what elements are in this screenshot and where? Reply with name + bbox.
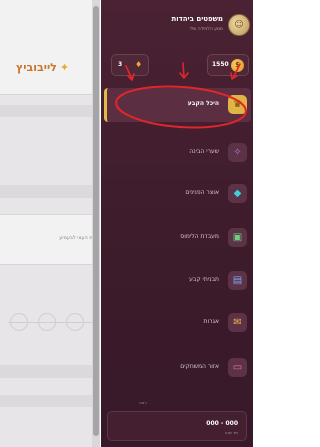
scrollbar-thumb[interactable] xyxy=(93,6,99,436)
menu-item-label: היכל הקבע xyxy=(187,100,219,107)
overlay-dim[interactable] xyxy=(0,0,100,447)
menu-item-lab[interactable]: ▣ מעבדת הלימוס xyxy=(104,221,251,255)
level-sub: מד שנה xyxy=(224,430,238,435)
menu-item-label: שערי הבינה xyxy=(189,148,219,155)
crown-icon: ♛ xyxy=(228,95,247,114)
menu-item-label: אגרות xyxy=(203,318,219,325)
menu-item-treasure[interactable]: ◆ אוצר הפנינים xyxy=(104,177,251,211)
level-value: 000 - 000 xyxy=(206,420,238,427)
background-app: לייבוביץ ✦ את העצי לבעמיע xyxy=(0,0,100,447)
menu-item-label: אוצר הפנינים xyxy=(185,189,219,196)
avatar[interactable]: ☺ xyxy=(228,14,250,36)
menu-item-label: אזור המשחקים xyxy=(180,363,219,370)
scrollbar[interactable] xyxy=(92,0,100,447)
flame-icon: ♦ xyxy=(135,60,143,69)
menu-item-templates[interactable]: ▤ תבניתי קבע xyxy=(104,264,251,298)
flask-icon: ▣ xyxy=(228,228,247,247)
user-name: משפטים ביהדות xyxy=(171,15,223,23)
menu-item-games[interactable]: ▭ אזור המשחקים xyxy=(104,351,251,385)
gem-icon: ◆ xyxy=(228,184,247,203)
coins-stat[interactable]: 1550 $ xyxy=(207,54,249,76)
streak-value: 3 xyxy=(118,61,123,68)
level-footer[interactable]: 000 - 000 מד שנה xyxy=(107,411,247,441)
gamepad-icon: ▭ xyxy=(228,358,247,377)
menu-item-label: מעבדת הלימוס xyxy=(180,233,219,240)
footer-label: רמה xyxy=(139,400,147,405)
user-subtitle: מסע הלמידה שלי xyxy=(189,27,223,32)
sparkles-icon: ✧ xyxy=(228,143,247,162)
mail-icon: ✉ xyxy=(228,313,247,332)
streak-stat[interactable]: 3 ♦ xyxy=(111,54,149,76)
coin-icon: $ xyxy=(231,59,244,72)
menu-item-label: תבניתי קבע xyxy=(189,276,219,283)
user-avatar-icon: ☺ xyxy=(234,20,244,30)
menu-item-hall[interactable]: ♛ היכל הקבע xyxy=(104,88,251,122)
menu-item-letters[interactable]: ✉ אגרות xyxy=(104,306,251,340)
coins-value: 1550 xyxy=(212,61,229,68)
sidebar: ☺ משפטים ביהדות מסע הלמידה שלי 1550 $ 3 … xyxy=(101,0,253,447)
document-icon: ▤ xyxy=(228,271,247,290)
menu-item-gates[interactable]: ✧ שערי הבינה xyxy=(104,136,251,170)
